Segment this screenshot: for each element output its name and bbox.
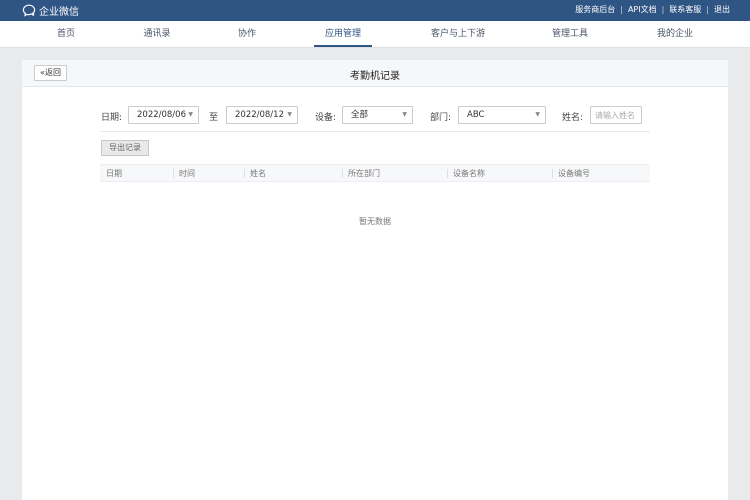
nav-management-tools[interactable]: 管理工具 [548,21,592,47]
column-header-date[interactable]: 日期 [100,165,122,182]
empty-state-message: 暂无数据 [359,217,391,226]
caret-down-icon: ▼ [535,111,540,118]
link-separator: | [620,5,623,14]
date-to-value: 2022/08/12 [235,110,284,120]
page-title: 考勤机记录 [350,71,400,82]
chat-bubble-icon [22,4,36,17]
device-label: 设备: [315,113,337,123]
records-table-header: 日期 时间 姓名 所在部门 设备名称 设备编号 [100,164,650,182]
caret-down-icon: ▼ [287,111,292,118]
content-panel: «返回 考勤机记录 [22,60,728,500]
panel-header: «返回 考勤机记录 [22,60,728,87]
name-label: 姓名: [562,113,584,123]
name-input[interactable] [590,106,642,124]
date-from-picker[interactable]: 2022/08/06 ▼ [128,106,199,124]
date-from-value: 2022/08/06 [137,110,186,120]
brand-logo[interactable]: 企业微信 [22,3,79,18]
filter-divider [100,131,650,132]
department-select[interactable]: ABC ▼ [458,106,546,124]
link-api-docs[interactable]: API文档 [628,4,657,15]
caret-down-icon: ▼ [402,111,407,118]
caret-down-icon: ▼ [188,111,193,118]
link-provider-console[interactable]: 服务商后台 [575,4,615,15]
nav-home[interactable]: 首页 [50,21,82,47]
date-to-label: 至 [209,113,219,123]
link-logout[interactable]: 退出 [714,4,730,15]
date-to-picker[interactable]: 2022/08/12 ▼ [226,106,298,124]
nav-contacts[interactable]: 通讯录 [138,21,176,47]
link-contact-support[interactable]: 联系客服 [669,4,701,15]
top-bar: 企业微信 服务商后台 | API文档 | 联系客服 | 退出 [0,0,750,21]
column-header-time[interactable]: 时间 [173,165,195,182]
department-label: 部门: [430,113,452,123]
column-header-department[interactable]: 所在部门 [342,165,380,182]
top-links: 服务商后台 | API文档 | 联系客服 | 退出 [575,4,730,15]
department-select-value: ABC [467,110,485,120]
export-records-button[interactable]: 导出记录 [101,140,149,156]
device-select[interactable]: 全部 ▼ [342,106,413,124]
link-separator: | [661,5,665,14]
nav-my-enterprise[interactable]: 我的企业 [652,21,698,47]
column-header-device-id[interactable]: 设备编号 [552,165,590,182]
main-nav: 首页 通讯录 协作 应用管理 客户与上下游 管理工具 我的企业 [0,21,750,48]
column-header-device-name[interactable]: 设备名称 [447,165,485,182]
date-label: 日期: [101,113,123,123]
nav-customers-partners[interactable]: 客户与上下游 [424,21,492,47]
link-separator: | [706,5,709,14]
column-header-name[interactable]: 姓名 [244,165,266,182]
brand-name: 企业微信 [39,7,79,18]
nav-collaboration[interactable]: 协作 [232,21,262,47]
nav-app-management[interactable]: 应用管理 [314,21,372,47]
device-select-value: 全部 [351,110,369,120]
